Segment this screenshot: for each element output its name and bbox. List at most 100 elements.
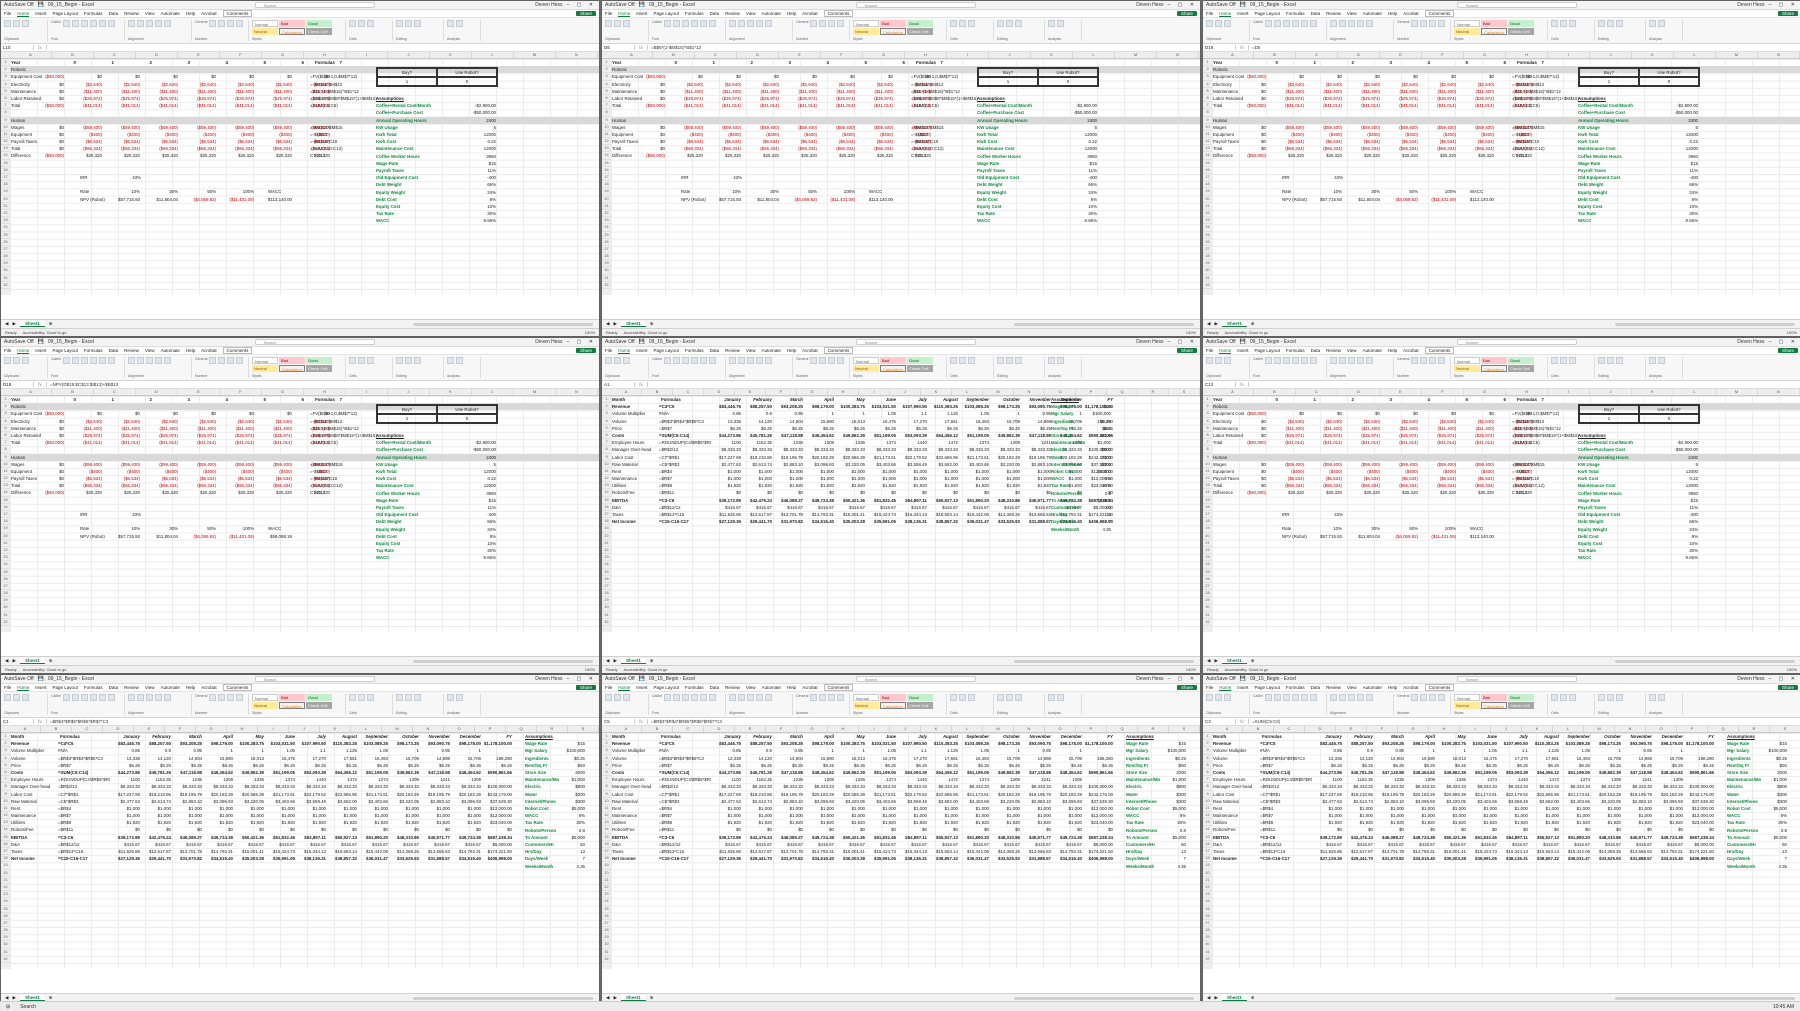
tab-acrobat[interactable]: Acrobat — [802, 348, 818, 353]
tool-icon[interactable] — [1309, 694, 1317, 701]
value-cell[interactable]: $1,000 — [804, 805, 834, 812]
value-cell[interactable]: ($6,534) — [1316, 138, 1342, 145]
value-cell[interactable]: $22,179.52 — [897, 791, 927, 798]
value-cell[interactable]: $25,320 — [1468, 489, 1494, 496]
value-cell[interactable]: $31,888.57 — [420, 855, 450, 862]
row-header[interactable]: 10 — [602, 461, 611, 468]
fx-icon[interactable]: fx — [635, 45, 648, 50]
value-cell[interactable]: $1,000 — [1343, 805, 1373, 812]
value-cell[interactable]: $0 — [742, 826, 772, 833]
value-cell[interactable]: ($59,400) — [867, 124, 893, 131]
column-header[interactable]: M — [514, 52, 556, 58]
value-cell[interactable]: 14,898 — [1021, 755, 1051, 762]
value-cell[interactable]: $0 — [866, 826, 896, 833]
value-cell[interactable]: 16,475 — [1467, 755, 1497, 762]
row-header[interactable]: 10 — [1203, 798, 1212, 805]
value-cell[interactable]: $20,182.29 — [804, 454, 834, 461]
column-header[interactable]: G — [797, 389, 828, 395]
value-cell[interactable]: $0 — [1653, 826, 1683, 833]
assumption-value[interactable]: 2000 — [1176, 769, 1186, 776]
value-cell[interactable]: $8,333.33 — [1374, 783, 1404, 790]
tool-icon[interactable] — [1438, 20, 1446, 27]
column-header[interactable]: Q — [506, 726, 537, 732]
style-check_cell[interactable]: Check Cell — [907, 365, 933, 372]
column-header[interactable]: J — [1491, 726, 1522, 732]
value-cell[interactable]: $8,333.33 — [1653, 783, 1683, 790]
value-cell[interactable]: $1,920 — [1374, 819, 1404, 826]
row-header[interactable]: 18 — [1, 181, 10, 189]
value-cell[interactable]: $1,920 — [897, 482, 927, 489]
tab-insert[interactable]: Insert — [636, 685, 647, 690]
column-header[interactable]: F — [220, 389, 262, 395]
value-cell[interactable]: $1,000 — [1560, 812, 1590, 819]
tool-icon[interactable] — [605, 694, 612, 701]
value-cell[interactable]: ($11,400) — [190, 88, 216, 95]
value-cell[interactable]: $8,333.33 — [110, 783, 140, 790]
user-name[interactable]: Deven Hess — [535, 676, 562, 682]
style-calculation[interactable]: Calculation — [1481, 28, 1507, 35]
formula-input[interactable]: =$R$4*$R$5*$R$6*$R$7*C3 — [47, 719, 108, 724]
value-cell[interactable]: $6.25 — [327, 762, 357, 769]
value-cell[interactable]: $0 — [265, 826, 295, 833]
value-cell[interactable]: $3,096.93 — [203, 798, 233, 805]
value-cell[interactable]: $0 — [38, 81, 64, 88]
value-cell[interactable]: ($2,640) — [1468, 418, 1494, 425]
comments-button[interactable]: Comments — [823, 684, 854, 691]
column-header[interactable]: A — [1212, 726, 1243, 732]
value-cell[interactable]: $416.67 — [959, 841, 989, 848]
value-cell[interactable]: $6.25 — [959, 762, 989, 769]
tab-home[interactable]: Home — [1219, 11, 1232, 17]
value-cell[interactable]: $0 — [715, 73, 741, 80]
row-header[interactable]: 24 — [602, 561, 611, 569]
assumption-value[interactable]: 3960 — [1688, 490, 1698, 497]
value-cell[interactable]: ($41,014) — [1468, 102, 1494, 109]
column-header[interactable]: I — [859, 389, 890, 395]
value-cell[interactable]: 1309 — [389, 776, 419, 783]
row-header[interactable]: 22 — [1203, 210, 1212, 218]
value-cell[interactable]: ($59,400) — [1278, 124, 1304, 131]
assumption-value[interactable]: 2400 — [486, 454, 496, 461]
value-cell[interactable]: $34,515.40 — [451, 855, 481, 862]
value-cell[interactable]: ($41,014) — [1354, 102, 1380, 109]
tab-home[interactable]: Home — [618, 348, 631, 354]
tab-data[interactable]: Data — [109, 685, 119, 690]
value-cell[interactable]: $1,000 — [773, 812, 803, 819]
sheet-tab[interactable]: Sheet1 — [1221, 658, 1247, 664]
value-cell[interactable]: $16,653.14 — [327, 848, 357, 855]
value-cell[interactable]: ($11,400) — [114, 88, 140, 95]
value-cell[interactable]: ($25,974) — [76, 432, 102, 439]
value-cell[interactable]: $6.26 — [1052, 762, 1082, 769]
value-cell[interactable]: ($11,400) — [753, 88, 779, 95]
value-cell[interactable]: $6.25 — [1560, 762, 1590, 769]
value-cell[interactable]: ($41,014) — [190, 102, 216, 109]
value-cell[interactable]: 16,475 — [866, 755, 896, 762]
value-cell[interactable]: $0 — [1278, 73, 1304, 80]
value-cell[interactable]: $35,003.28 — [1436, 855, 1466, 862]
value-cell[interactable]: $416.67 — [1653, 841, 1683, 848]
value-cell[interactable]: ($11,400) — [715, 88, 741, 95]
assumption-value[interactable]: 5 — [1696, 461, 1698, 468]
value-cell[interactable]: $31,970.82 — [773, 855, 803, 862]
value-cell[interactable]: $53,093.39 — [897, 769, 927, 776]
horizontal-scrollbar[interactable] — [413, 322, 593, 326]
value-cell[interactable]: $35,003.28 — [835, 855, 865, 862]
tool-icon[interactable] — [950, 357, 957, 364]
assumption-value[interactable]: $300 — [1777, 791, 1787, 798]
tool-icon[interactable] — [1649, 357, 1656, 364]
value-cell[interactable]: $25,320 — [266, 152, 292, 159]
value-cell[interactable]: $88,257.50 — [1343, 740, 1373, 747]
value-cell[interactable]: ($25,974) — [867, 95, 893, 102]
value-cell[interactable]: $0 — [1430, 410, 1456, 417]
value-cell[interactable]: 1100 — [110, 776, 140, 783]
font-name-box[interactable]: Calibri — [51, 20, 61, 27]
value-cell[interactable]: $6.25 — [172, 762, 202, 769]
tool-icon[interactable] — [1048, 357, 1055, 364]
value-cell[interactable]: ($400) — [753, 131, 779, 138]
value-cell[interactable]: $0 — [677, 73, 703, 80]
value-cell[interactable]: $416.67 — [110, 841, 140, 848]
column-header[interactable]: D — [737, 52, 779, 58]
value-cell[interactable]: $48,454.62 — [203, 769, 233, 776]
value-cell[interactable]: ($50,000) — [38, 102, 64, 109]
tool-icon[interactable] — [738, 357, 745, 364]
zoom-level[interactable]: 100% — [585, 667, 595, 672]
